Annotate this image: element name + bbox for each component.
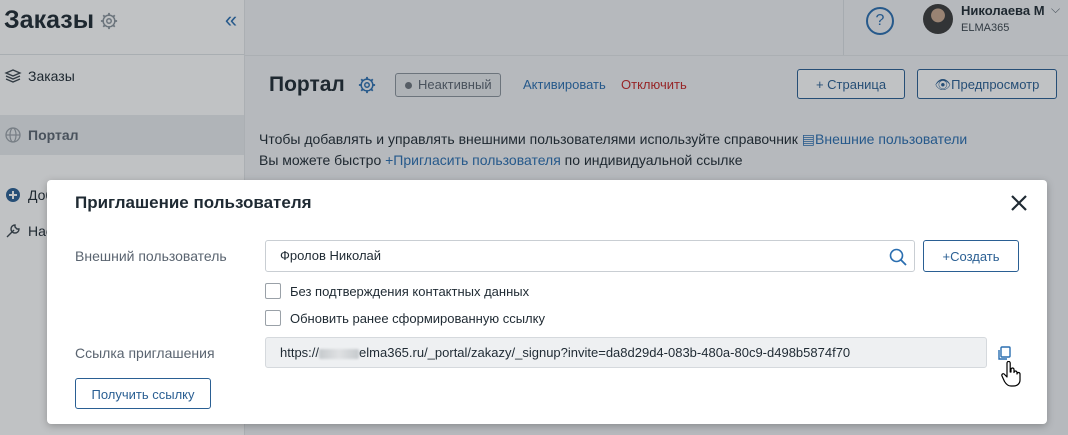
refresh-link-checkbox[interactable]: Обновить ранее сформированную ссылку	[265, 310, 545, 326]
redacted-domain	[319, 348, 360, 359]
no-confirm-checkbox[interactable]: Без подтверждения контактных данных	[265, 283, 529, 299]
hand-cursor-icon	[1001, 361, 1021, 387]
checkbox-box[interactable]	[265, 310, 281, 326]
get-link-button[interactable]: Получить ссылку	[75, 378, 211, 409]
invite-user-dialog: Приглашение пользователя Внешний пользов…	[47, 180, 1047, 424]
copy-icon[interactable]	[996, 345, 1012, 361]
checkbox-box[interactable]	[265, 283, 281, 299]
invite-link-label: Ссылка приглашения	[75, 345, 215, 361]
search-icon[interactable]	[888, 247, 908, 267]
close-icon[interactable]	[1008, 192, 1030, 214]
checkbox-label: Без подтверждения контактных данных	[290, 283, 530, 299]
invite-link-value: elma365.ru/_portal/zakazy/_signup?invite…	[359, 345, 851, 360]
external-user-label: Внешний пользователь	[75, 248, 227, 264]
external-user-input[interactable]: Фролов Николай	[265, 240, 915, 272]
checkbox-label: Обновить ранее сформированную ссылку	[290, 310, 545, 326]
create-user-button[interactable]: +Создать	[923, 240, 1019, 272]
invite-link-prefix: https://	[280, 345, 320, 360]
invite-link-field[interactable]: https:// elma365.ru/_portal/zakazy/_signu…	[265, 337, 987, 368]
dialog-title: Приглашение пользователя	[75, 193, 312, 212]
